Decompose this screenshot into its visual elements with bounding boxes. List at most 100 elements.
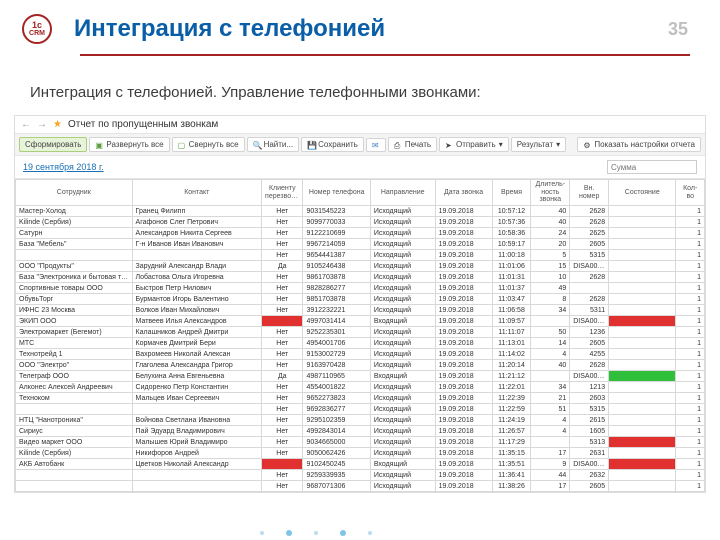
- cell: 4: [531, 415, 570, 426]
- save-button[interactable]: 💾Сохранить: [301, 137, 364, 152]
- cell: 1: [676, 481, 705, 492]
- cell: 1: [676, 459, 705, 470]
- cell: 17: [531, 448, 570, 459]
- expand-all-button[interactable]: ▣Развернуть все: [89, 137, 169, 152]
- report-date-link[interactable]: 19 сентября 2018 г.: [23, 162, 104, 172]
- table-row[interactable]: ТехнокомМальцев Иван СергеевичНет9652273…: [16, 393, 705, 404]
- mail-icon: ✉: [372, 141, 380, 149]
- table-row[interactable]: Нет9259339935Исходящий19.09.201811:36:41…: [16, 470, 705, 481]
- cell: Исходящий: [370, 283, 435, 294]
- cell: 1: [676, 228, 705, 239]
- table-row[interactable]: Мастер-ХолодГранец ФилиппНет9031545223Ис…: [16, 206, 705, 217]
- table-row[interactable]: Видео маркет ОООМалышев Юрий ВладимироНе…: [16, 437, 705, 448]
- cell: 9105246438: [303, 261, 370, 272]
- cell: ОбувьТорг: [16, 294, 133, 305]
- col-employee: Сотрудник: [16, 180, 133, 206]
- cell: 19.09.2018: [435, 217, 492, 228]
- find-button[interactable]: 🔍Найти...: [247, 137, 300, 152]
- cell: Вахромеев Николай Алексан: [132, 349, 262, 360]
- cell: 9259339935: [303, 470, 370, 481]
- table-row[interactable]: Технотрейд 1Вахромеев Николай АлексанНет…: [16, 349, 705, 360]
- cell: Сидоренко Петр Константин: [132, 382, 262, 393]
- print-button[interactable]: ⎙Печать: [388, 137, 437, 152]
- cell: МТС: [16, 338, 133, 349]
- table-row[interactable]: Нет9654441387Исходящий19.09.201811:00:18…: [16, 250, 705, 261]
- table-row[interactable]: АКБ АвтобанкЦветков Николай АлександрДа9…: [16, 459, 705, 470]
- cell: 34: [531, 382, 570, 393]
- cell: 49: [531, 283, 570, 294]
- table-row[interactable]: Электромаркет (Бегемот)Калашников Андрей…: [16, 327, 705, 338]
- cell: 17: [531, 481, 570, 492]
- cell: Техноком: [16, 393, 133, 404]
- title-rule: [80, 54, 690, 56]
- cell: Да: [262, 371, 303, 382]
- cell: [609, 382, 676, 393]
- table-row[interactable]: СириусПай Эдуард ВладимировичНет49928430…: [16, 426, 705, 437]
- cell: Нет: [262, 239, 303, 250]
- cell: 10: [531, 272, 570, 283]
- table-row[interactable]: ООО "Продукты"Зарудний Александр ВладиДа…: [16, 261, 705, 272]
- table-row[interactable]: СатурнАлександров Никита СергеевНет91222…: [16, 228, 705, 239]
- show-settings-button[interactable]: ⚙Показать настройки отчета: [577, 137, 701, 152]
- cell: 11:14:02: [492, 349, 531, 360]
- cell: Пай Эдуард Владимирович: [132, 426, 262, 437]
- cell: [609, 470, 676, 481]
- collapse-all-button[interactable]: ▢Свернуть все: [172, 137, 245, 152]
- cell: DISA0001: [570, 371, 609, 382]
- mail-button[interactable]: ✉: [366, 138, 386, 152]
- send-button[interactable]: ➤Отправить ▾: [439, 137, 509, 152]
- cell: 19.09.2018: [435, 228, 492, 239]
- table-row[interactable]: ЭКИП ОООМатвеев Илья АлександровНет49970…: [16, 316, 705, 327]
- table-row[interactable]: База "Электроника и бытовая техника"Лоба…: [16, 272, 705, 283]
- table-row[interactable]: ООО "Электро"Глаголева Александра Григор…: [16, 360, 705, 371]
- cell: 9122210699: [303, 228, 370, 239]
- col-direction: Направление: [370, 180, 435, 206]
- cell: [132, 481, 262, 492]
- cell: 19.09.2018: [435, 338, 492, 349]
- cell: [609, 316, 676, 327]
- table-row[interactable]: Kilinde (Сербия)Агафонов Слег ПетровичНе…: [16, 217, 705, 228]
- cell: Нет: [262, 338, 303, 349]
- cell: 2631: [570, 448, 609, 459]
- cell: Нет: [262, 481, 303, 492]
- table-row[interactable]: Нет9692836277Исходящий19.09.201811:22:59…: [16, 404, 705, 415]
- table-row[interactable]: Алконес Алексей АндреевичСидоренко Петр …: [16, 382, 705, 393]
- cell: [132, 250, 262, 261]
- cell: Александров Никита Сергеев: [132, 228, 262, 239]
- table-row[interactable]: База "Мебель"Г-н Иванов Иван ИвановичНет…: [16, 239, 705, 250]
- cell: Нет: [262, 360, 303, 371]
- table-row[interactable]: Kilinde (Сербия)Никифоров АндрейНет90500…: [16, 448, 705, 459]
- cell: 40: [531, 206, 570, 217]
- table-row[interactable]: ИФНС 23 МоскваВолков Иван МихайловичНет3…: [16, 305, 705, 316]
- cell: 5315: [570, 250, 609, 261]
- table-row[interactable]: Нет9687071306Исходящий19.09.201811:38:26…: [16, 481, 705, 492]
- cell: Нет: [262, 393, 303, 404]
- result-button[interactable]: Результат ▾: [511, 137, 566, 152]
- cell: 19.09.2018: [435, 393, 492, 404]
- cell: 24: [531, 228, 570, 239]
- cell: 19.09.2018: [435, 206, 492, 217]
- table-row[interactable]: Спортивные товары ОООБыстров Петр Нилови…: [16, 283, 705, 294]
- cell: 9163970428: [303, 360, 370, 371]
- cell: 5311: [570, 305, 609, 316]
- form-button[interactable]: Сформировать: [19, 137, 87, 152]
- cell: Глаголева Александра Григор: [132, 360, 262, 371]
- table-row[interactable]: МТСКормачев Дмитрий БериНет4954001706Исх…: [16, 338, 705, 349]
- cell: Нет: [262, 250, 303, 261]
- back-icon[interactable]: ←: [21, 119, 31, 130]
- forward-icon[interactable]: →: [37, 119, 47, 130]
- cell: 19.09.2018: [435, 261, 492, 272]
- cell: Нет: [262, 316, 303, 327]
- cell: 4997031414: [303, 316, 370, 327]
- cell: 1: [676, 206, 705, 217]
- cell: 19.09.2018: [435, 382, 492, 393]
- send-icon: ➤: [445, 141, 453, 149]
- sum-input[interactable]: [607, 160, 697, 174]
- cell: 19.09.2018: [435, 371, 492, 382]
- cell: Да: [262, 459, 303, 470]
- table-row[interactable]: ОбувьТоргБурмантов Игорь ВалентиноНет985…: [16, 294, 705, 305]
- table-row[interactable]: Телеграф ОООБелухина Анна ЕвгеньевнаДа49…: [16, 371, 705, 382]
- star-icon[interactable]: ★: [53, 119, 62, 130]
- cell: 19.09.2018: [435, 327, 492, 338]
- table-row[interactable]: НТЦ "Нанотроника"Войнова Светлана Иванов…: [16, 415, 705, 426]
